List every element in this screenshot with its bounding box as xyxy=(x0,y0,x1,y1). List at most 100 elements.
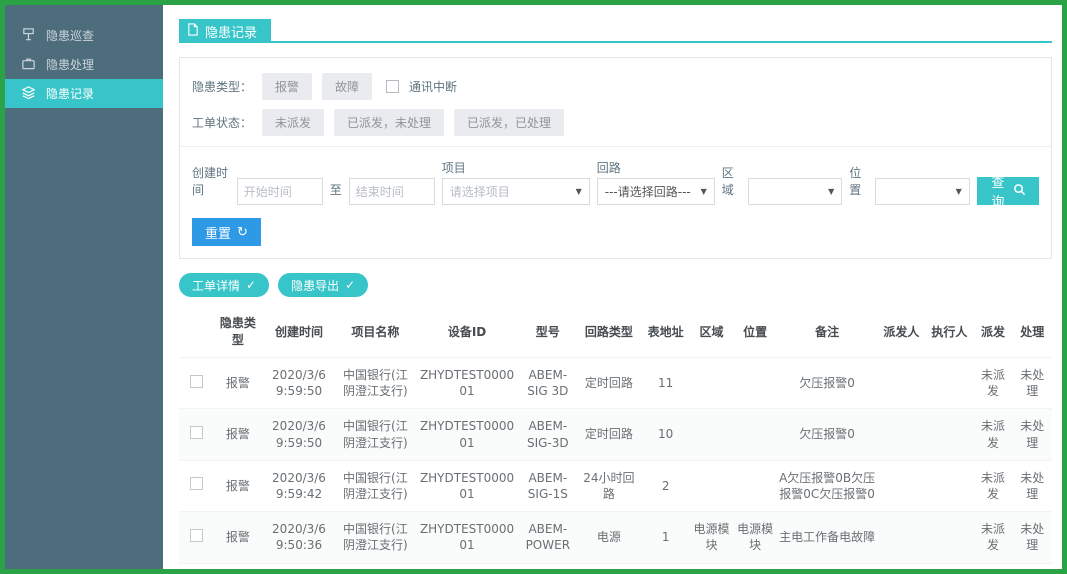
app-window: { "colors": { "frame_green": "#2ba245", … xyxy=(0,0,1067,574)
project-select-placeholder: 请选择项目 xyxy=(450,183,510,200)
caret-down-icon: ▼ xyxy=(828,187,834,196)
region-label: 区域 xyxy=(722,164,741,205)
table-cell: ABEM-SIG 3D xyxy=(519,358,576,409)
table-cell xyxy=(877,512,925,563)
table-cell xyxy=(733,358,777,409)
table-cell: 报警 xyxy=(214,358,262,409)
table-cell: ZHYDTEST000001 xyxy=(415,563,520,569)
table-cell: DI1关DI2关DI3关DI4关DI5关DI6关 xyxy=(777,563,877,569)
row-checkbox[interactable] xyxy=(190,426,203,439)
document-icon xyxy=(187,23,199,40)
table-cell: 报警 xyxy=(214,460,262,511)
to-label: 至 xyxy=(330,181,342,205)
loop-field: 回路 ---请选择回路--- ▼ xyxy=(597,159,715,205)
reset-button[interactable]: 重置 ↻ xyxy=(192,218,261,246)
table-cell: 中国银行(江阴澄江支行) xyxy=(336,512,415,563)
table-cell xyxy=(733,409,777,460)
sidebar-item-label: 隐患记录 xyxy=(46,85,94,102)
work-order-detail-label: 工单详情 xyxy=(192,277,240,294)
table-cell: 1 xyxy=(642,512,690,563)
loop-select[interactable]: ---请选择回路--- ▼ xyxy=(597,178,715,205)
table-cell: ABEM-POWER xyxy=(519,512,576,563)
table-row: 报警2020/3/6 9:50:36中国银行(江阴澄江支行)ZHYDTEST00… xyxy=(179,563,1052,569)
column-header: 处理 xyxy=(1013,305,1052,358)
sidebar-item-handling[interactable]: 隐患处理 xyxy=(5,50,163,79)
table-cell xyxy=(690,460,734,511)
end-time-input[interactable] xyxy=(349,178,435,205)
caret-down-icon: ▼ xyxy=(576,187,582,196)
table-cell: 欠压报警0 xyxy=(777,358,877,409)
comm-interrupt-checkbox[interactable] xyxy=(386,80,399,93)
records-table: 隐患类型创建时间项目名称设备ID型号回路类型表地址区域位置备注派发人执行人派发处… xyxy=(179,305,1052,569)
table-header-row: 隐患类型创建时间项目名称设备ID型号回路类型表地址区域位置备注派发人执行人派发处… xyxy=(179,305,1052,358)
table-row: 报警2020/3/6 9:59:50中国银行(江阴澄江支行)ZHYDTEST00… xyxy=(179,358,1052,409)
project-field: 项目 请选择项目 ▼ xyxy=(442,159,590,205)
table-cell: 未处理 xyxy=(1013,563,1052,569)
table-cell: 电源模块 xyxy=(733,512,777,563)
table-cell: 2020/3/6 9:59:42 xyxy=(262,460,336,511)
region-select[interactable]: ▼ xyxy=(748,178,843,205)
table-cell: 2020/3/6 9:50:36 xyxy=(262,563,336,569)
table-cell xyxy=(877,460,925,511)
project-select[interactable]: 请选择项目 ▼ xyxy=(442,178,590,205)
table-cell: 11 xyxy=(642,358,690,409)
column-header: 设备ID xyxy=(415,305,520,358)
danger-type-row: 隐患类型： 报警 故障 通讯中断 xyxy=(192,73,1039,100)
created-time-label: 创建时间 xyxy=(192,164,230,205)
column-header: 表地址 xyxy=(642,305,690,358)
sidebar-item-inspection[interactable]: 隐患巡查 xyxy=(5,21,163,50)
caret-down-icon: ▼ xyxy=(701,187,707,196)
status-chip-undispatched[interactable]: 未派发 xyxy=(262,109,324,136)
table-cell: ABEM-COM xyxy=(519,563,576,569)
table-cell: 中国银行(江阴澄江支行) xyxy=(336,563,415,569)
table-cell: 2020/3/6 9:50:36 xyxy=(262,512,336,563)
type-chip-alarm[interactable]: 报警 xyxy=(262,73,312,100)
table-cell: ABEM-SIG-1S xyxy=(519,460,576,511)
comm-interrupt-label: 通讯中断 xyxy=(409,78,457,95)
column-header: 派发 xyxy=(973,305,1012,358)
table-cell: 未派发 xyxy=(973,512,1012,563)
table-cell: 200 xyxy=(642,563,690,569)
table-cell xyxy=(877,563,925,569)
table-cell: ABEM-SIG-3D xyxy=(519,409,576,460)
signpost-icon xyxy=(21,27,36,45)
sidebar-item-label: 隐患巡查 xyxy=(46,27,94,44)
table-cell: 定时回路 xyxy=(576,409,641,460)
check-icon: ✓ xyxy=(345,278,355,292)
table-cell: 未派发 xyxy=(973,409,1012,460)
table-body: 报警2020/3/6 9:59:50中国银行(江阴澄江支行)ZHYDTEST00… xyxy=(179,358,1052,570)
work-order-status-row: 工单状态： 未派发 已派发，未处理 已派发，已处理 xyxy=(192,109,1039,136)
danger-export-button[interactable]: 隐患导出 ✓ xyxy=(278,273,368,297)
table-cell: ZHYDTEST000001 xyxy=(415,409,520,460)
type-chip-fault[interactable]: 故障 xyxy=(322,73,372,100)
search-button[interactable]: 查询 xyxy=(977,177,1039,205)
table-cell xyxy=(925,512,973,563)
table-cell: 未派发 xyxy=(973,563,1012,569)
work-order-detail-button[interactable]: 工单详情 ✓ xyxy=(179,273,269,297)
table-cell: 未处理 xyxy=(1013,358,1052,409)
column-header: 隐患类型 xyxy=(214,305,262,358)
sidebar: 隐患巡查 隐患处理 隐患记录 xyxy=(5,5,163,569)
layers-icon xyxy=(21,85,36,103)
start-time-input[interactable] xyxy=(237,178,323,205)
status-chip-dispatched-handled[interactable]: 已派发，已处理 xyxy=(454,109,564,136)
row-checkbox[interactable] xyxy=(190,529,203,542)
action-buttons: 工单详情 ✓ 隐患导出 ✓ xyxy=(179,273,1052,297)
position-label: 位置 xyxy=(849,164,868,205)
table-cell: 未处理 xyxy=(1013,460,1052,511)
position-select[interactable]: ▼ xyxy=(875,178,970,205)
table-cell: ZHYDTEST000001 xyxy=(415,512,520,563)
row-checkbox[interactable] xyxy=(190,375,203,388)
sidebar-item-records[interactable]: 隐患记录 xyxy=(5,79,163,108)
table-cell: 通讯模块 xyxy=(576,563,641,569)
table-cell xyxy=(733,460,777,511)
row-checkbox[interactable] xyxy=(190,477,203,490)
loop-select-value: ---请选择回路--- xyxy=(605,183,691,200)
table-cell: 报警 xyxy=(214,512,262,563)
table-cell: A欠压报警0B欠压报警0C欠压报警0 xyxy=(777,460,877,511)
status-chip-dispatched-unhandled[interactable]: 已派发，未处理 xyxy=(334,109,444,136)
table-cell: 未派发 xyxy=(973,460,1012,511)
table-cell: 2020/3/6 9:59:50 xyxy=(262,358,336,409)
table-cell: 中国银行(江阴澄江支行) xyxy=(336,460,415,511)
project-label: 项目 xyxy=(442,159,590,176)
